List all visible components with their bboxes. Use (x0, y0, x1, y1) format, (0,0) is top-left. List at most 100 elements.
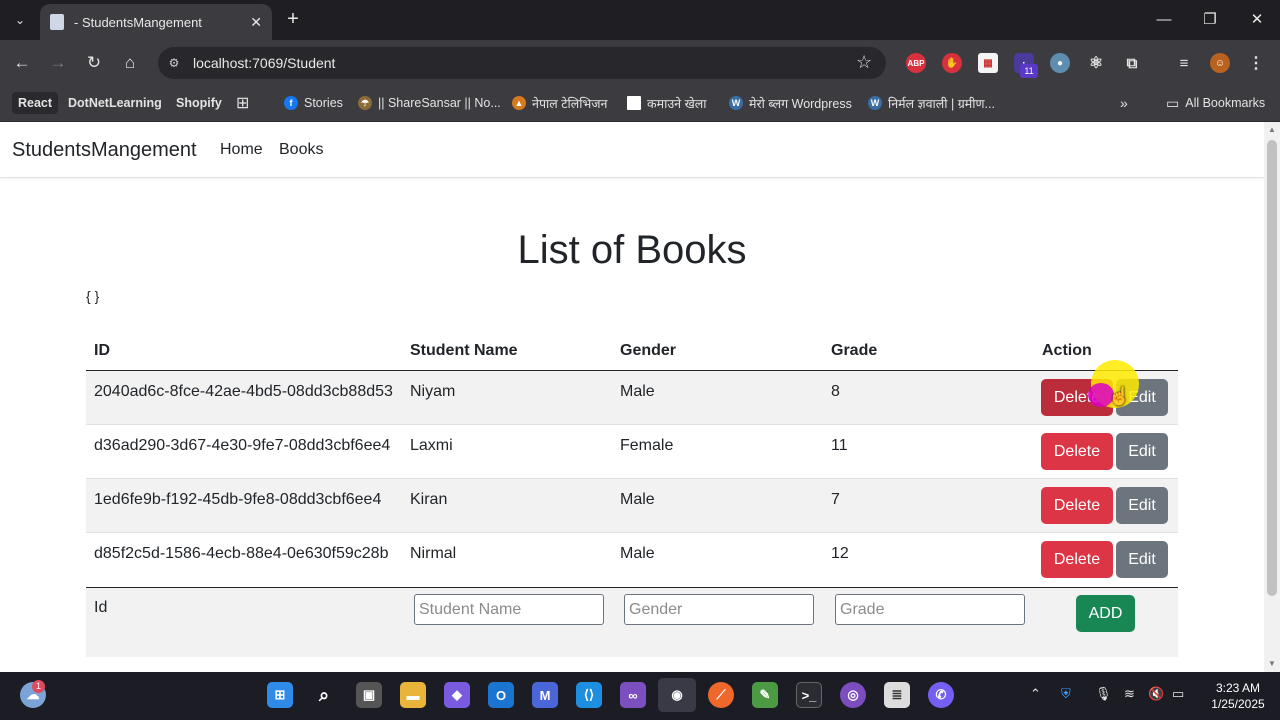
cell-gender: Male (620, 545, 655, 562)
scrollbar-thumb[interactable] (1267, 140, 1277, 596)
edit-button[interactable]: Edit (1116, 487, 1168, 524)
cell-id: d85f2c5d-1586-4ecb-88e4-0e630f59c28b (94, 545, 389, 562)
calendar-extension-icon[interactable]: ▦ (978, 53, 998, 73)
bookmark-stories[interactable]: f Stories (284, 92, 343, 114)
folder-icon: ▭ (1166, 94, 1180, 111)
chrome-icon[interactable]: ◉ (658, 678, 696, 712)
tab-search-chevron-icon[interactable]: ⌄ (8, 8, 32, 32)
sharesansar-icon: ☂ (358, 96, 372, 110)
delete-button[interactable]: Delete (1041, 541, 1113, 578)
cell-student-name: Nirmal (410, 545, 457, 562)
outlook-icon[interactable]: O (488, 682, 514, 708)
delete-button[interactable]: Delete (1041, 487, 1113, 524)
close-window-icon[interactable]: ✕ (1245, 8, 1269, 32)
all-bookmarks-button[interactable]: ▭ All Bookmarks (1166, 92, 1265, 114)
restore-window-icon[interactable]: ❐ (1198, 8, 1222, 32)
clock-time[interactable]: 3:23 AM (1210, 681, 1266, 695)
hand-stop-extension-icon[interactable]: ✋ (942, 53, 962, 73)
hand-cursor-icon: ☝ (1108, 386, 1131, 406)
notepad-icon[interactable]: ≣ (884, 682, 910, 708)
security-shield-icon[interactable]: ⛨ (1061, 686, 1071, 702)
more-bookmarks-chevron-icon[interactable]: » (1120, 92, 1128, 114)
bookmark-kamaune-khela[interactable]: कमाउने खेला (627, 92, 707, 114)
forward-arrow-icon[interactable]: → (46, 51, 70, 75)
bookmark-react[interactable]: React (12, 92, 59, 114)
react-devtools-icon[interactable]: ⚛ (1086, 53, 1106, 73)
cell-gender: Male (620, 383, 655, 400)
visual-studio-icon[interactable]: ∞ (620, 682, 646, 708)
cell-student-name: Kiran (410, 491, 448, 508)
header-id: ID (94, 342, 110, 359)
url-text[interactable]: localhost:7069/Student (193, 55, 335, 71)
speaker-muted-icon[interactable]: 🔇 (1148, 686, 1164, 702)
media-playlist-icon[interactable]: ≡ (1174, 53, 1194, 73)
vscode-icon[interactable]: ⟨⟩ (576, 682, 602, 708)
edit-button[interactable]: Edit (1116, 433, 1168, 470)
nav-link-home[interactable]: Home (220, 141, 263, 159)
tab-close-icon[interactable]: ✕ (250, 14, 262, 31)
cell-id: 1ed6fe9b-f192-45db-9fe8-08dd3cbf6ee4 (94, 491, 382, 508)
github-desktop-icon[interactable]: ◎ (840, 682, 866, 708)
tray-chevron-up-icon[interactable]: ⌃ (1030, 686, 1041, 702)
header-grade: Grade (831, 342, 878, 359)
add-button[interactable]: ADD (1076, 595, 1135, 632)
notification-badge: 1 (32, 680, 45, 693)
browser-tab[interactable]: - StudentsMangement ✕ (40, 4, 272, 40)
task-view-icon[interactable]: ▣ (356, 682, 382, 708)
home-icon[interactable]: ⌂ (118, 51, 142, 75)
cell-gender: Male (620, 491, 655, 508)
bookmark-sharesansar[interactable]: ☂ || ShareSansar || No... (358, 92, 501, 114)
header-student-name: Student Name (410, 342, 518, 359)
browser-menu-icon[interactable]: ⋮ (1246, 53, 1266, 73)
site-info-icon[interactable]: ⚙ (166, 55, 182, 71)
file-explorer-icon[interactable]: ▬ (400, 682, 426, 708)
app-icon[interactable]: M (532, 682, 558, 708)
edit-button[interactable]: Edit (1116, 541, 1168, 578)
app-brand[interactable]: StudentsMangement (12, 139, 197, 162)
bookmark-nepal-television[interactable]: ▲ नेपाल टेलिभिजन (512, 92, 607, 114)
taskbar-search-icon[interactable]: ⌕ (311, 682, 337, 708)
reload-icon[interactable]: ↻ (82, 51, 106, 75)
bookmark-star-icon[interactable]: ☆ (856, 52, 872, 73)
new-tab-plus-icon[interactable]: + (282, 8, 304, 32)
gender-input[interactable] (624, 594, 814, 625)
cell-id: d36ad290-3d67-4e30-9fe7-08dd3cbf6ee4 (94, 437, 391, 454)
copilot-icon[interactable]: ◆ (444, 682, 470, 708)
grade-input[interactable] (835, 594, 1025, 625)
viber-icon[interactable]: ✆ (928, 682, 954, 708)
terminal-icon[interactable]: >_ (796, 682, 822, 708)
nav-link-books[interactable]: Books (279, 141, 323, 159)
extension-badge: 11 (1020, 64, 1038, 78)
scroll-up-arrow-icon[interactable]: ▲ (1266, 125, 1278, 134)
tab-title: - StudentsMangement (74, 14, 202, 30)
bookmark-nirmal-gyawali[interactable]: W निर्मल ज्ञवाली | ग्रमीण... (868, 92, 995, 114)
cell-id: 2040ad6c-8fce-42ae-4bd5-08dd3cb88d53 (94, 383, 393, 400)
cell-grade: 7 (831, 491, 840, 508)
adblock-plus-icon[interactable]: ABP (906, 53, 926, 73)
cell-grade: 11 (831, 437, 848, 454)
page-title: List of Books (517, 228, 747, 272)
bookmark-dotnetlearning[interactable]: DotNetLearning (68, 92, 162, 114)
windows-start-icon[interactable]: ⊞ (267, 682, 293, 708)
profile-avatar[interactable]: ☺ (1210, 53, 1230, 73)
student-name-input[interactable] (414, 594, 604, 625)
round-extension-icon[interactable]: ● (1050, 53, 1070, 73)
wifi-icon[interactable]: ≋ (1124, 686, 1135, 702)
cell-student-name: Laxmi (410, 437, 453, 454)
sql-tool-icon[interactable]: ✎ (752, 682, 778, 708)
minimize-icon[interactable]: — (1152, 8, 1176, 32)
scroll-down-arrow-icon[interactable]: ▼ (1266, 659, 1278, 668)
cell-grade: 12 (831, 545, 849, 562)
extensions-puzzle-icon[interactable]: ⧉ (1122, 53, 1142, 73)
back-arrow-icon[interactable]: ← (10, 51, 34, 75)
cell-grade: 8 (831, 383, 840, 400)
clock-date[interactable]: 1/25/2025 (1206, 697, 1270, 711)
bookmark-shopify[interactable]: Shopify (176, 92, 222, 114)
microphone-icon[interactable]: 🎙 (1095, 686, 1112, 702)
postman-icon[interactable]: ⟋ (708, 682, 734, 708)
apps-grid-icon[interactable]: ⊞ (236, 92, 249, 114)
battery-icon[interactable]: ▭ (1172, 686, 1184, 702)
delete-button[interactable]: Delete (1041, 433, 1113, 470)
page-icon (627, 96, 641, 110)
bookmark-wordpress-blog[interactable]: W मेरो ब्लग Wordpress (729, 92, 852, 114)
